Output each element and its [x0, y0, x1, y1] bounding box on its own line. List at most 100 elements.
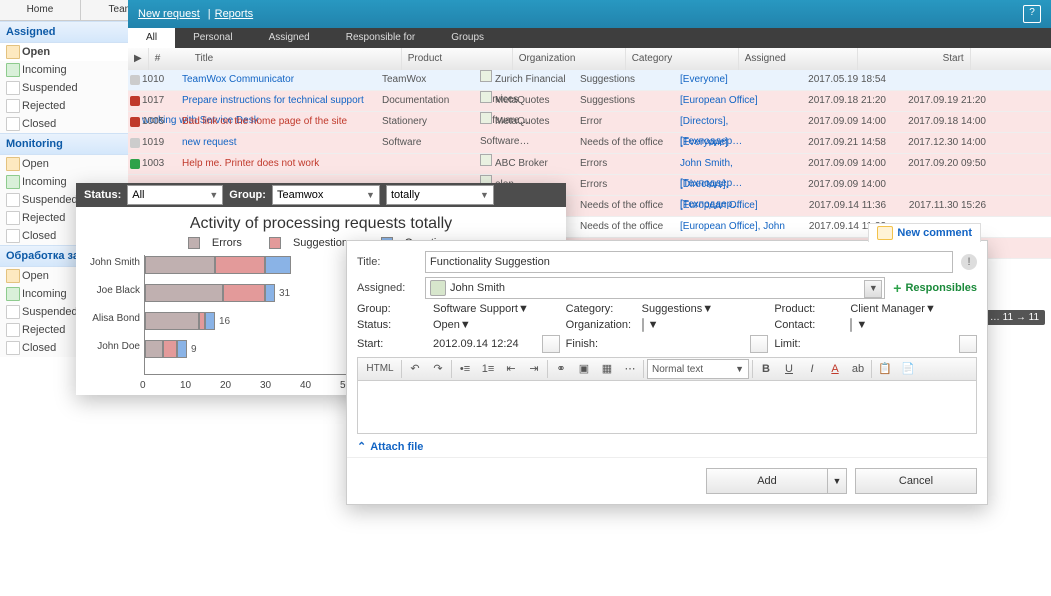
sidebar-item-open[interactable]: Open [0, 43, 128, 61]
table-row[interactable]: 1005Bad link on the home page of the sit… [128, 112, 1051, 133]
ol-icon[interactable]: 1≡ [478, 359, 498, 379]
top-tab-home[interactable]: Home [0, 0, 81, 20]
indent-icon[interactable]: ⇥ [524, 359, 544, 379]
sidebar-item-incoming[interactable]: Incoming [0, 61, 128, 79]
highlight-icon[interactable]: ab [848, 359, 868, 379]
axis-tick: 40 [300, 380, 311, 391]
help-button[interactable]: ? [1023, 5, 1041, 23]
folder-icon [6, 305, 20, 319]
start-input[interactable]: 2012.09.14 12:24 [433, 338, 536, 350]
outdent-icon[interactable]: ⇤ [501, 359, 521, 379]
priority-flag-icon [130, 96, 140, 106]
new-request-link[interactable]: New request [138, 8, 200, 20]
text-style-select[interactable]: Normal text▼ [647, 359, 749, 379]
priority-icon[interactable]: ! [961, 254, 977, 270]
request-title-link[interactable]: TeamWox Communicator [182, 74, 294, 85]
start-label: Start: [357, 338, 427, 350]
folder-icon [6, 99, 20, 113]
bold-icon[interactable]: B [756, 359, 776, 379]
finish-label: Finish: [566, 338, 636, 350]
filter-tab-responsible-for[interactable]: Responsible for [328, 28, 433, 48]
contact-label: Contact: [774, 319, 844, 331]
table-row[interactable]: 1019new requestSoftwareNeeds of the offi… [128, 133, 1051, 154]
bar-segment [145, 312, 199, 330]
attach-file-link[interactable]: ⌃Attach file [357, 440, 977, 453]
add-button[interactable]: Add [706, 468, 828, 494]
editor-html-button[interactable]: HTML [362, 359, 398, 379]
col-limit: Limit [971, 48, 1051, 70]
folder-icon [6, 323, 20, 337]
request-title-link[interactable]: new request [182, 137, 236, 148]
table-row[interactable]: 1017Prepare instructions for technical s… [128, 91, 1051, 112]
axis-tick: 30 [260, 380, 271, 391]
sidebar-item-label: Closed [22, 342, 56, 354]
copy-icon[interactable]: 📄 [898, 359, 918, 379]
priority-flag-icon [130, 75, 140, 85]
category-label: Category: [566, 303, 636, 315]
sidebar-item-closed[interactable]: Closed [0, 115, 128, 133]
table-icon[interactable]: ▦ [597, 359, 617, 379]
text-color-icon[interactable]: A [825, 359, 845, 379]
assignee-link[interactable]: [Everyone] [680, 137, 728, 148]
chart-category-label: John Doe [76, 341, 140, 352]
sidebar-item-label: Incoming [22, 288, 67, 300]
sidebar-item-rejected[interactable]: Rejected [0, 97, 128, 115]
assignee-link[interactable]: [European Office] [680, 200, 758, 211]
cancel-button[interactable]: Cancel [855, 468, 977, 494]
sidebar-item-label: Open [22, 46, 50, 58]
contact-select[interactable]: ▼ [850, 319, 977, 331]
responsibles-link[interactable]: +Responsibles [893, 280, 977, 296]
ul-icon[interactable]: •≡ [455, 359, 475, 379]
title-input[interactable]: Functionality Suggestion [425, 251, 953, 273]
group-select[interactable]: Software Support▼ [433, 303, 560, 315]
calendar-icon[interactable] [750, 335, 768, 353]
status-select[interactable]: All▼ [127, 185, 223, 205]
reports-link[interactable]: Reports [215, 8, 254, 20]
bar-segment [145, 340, 163, 358]
link-icon[interactable]: ⚭ [551, 359, 571, 379]
sidebar-item-suspended[interactable]: Suspended [0, 79, 128, 97]
status-label: Status: [84, 189, 121, 201]
table-row[interactable]: 1010TeamWox CommunicatorTeamWoxZurich Fi… [128, 70, 1051, 91]
folder-icon [6, 117, 20, 131]
sidebar-item-label: Suspended [22, 82, 78, 94]
request-title-link[interactable]: Bad link on the home page of the site [182, 116, 347, 127]
add-split-icon[interactable]: ▼ [828, 468, 847, 494]
editor-toolbar: HTML ↶ ↷ •≡ 1≡ ⇤ ⇥ ⚭ ▣ ▦ ⋯ Normal text▼ … [357, 357, 977, 381]
filter-tab-assigned[interactable]: Assigned [251, 28, 328, 48]
filter-tab-groups[interactable]: Groups [433, 28, 502, 48]
assignee-link[interactable]: [Everyone] [680, 74, 728, 85]
underline-icon[interactable]: U [779, 359, 799, 379]
image-icon[interactable]: ▣ [574, 359, 594, 379]
calendar-icon[interactable] [542, 335, 560, 353]
assigned-label: Assigned: [357, 282, 417, 294]
header-strip: New request | Reports ? [128, 0, 1051, 28]
sidebar-item-label: Rejected [22, 100, 65, 112]
bar-segment [223, 284, 265, 302]
limit-label: Limit: [774, 338, 844, 350]
paste-icon[interactable]: 📋 [875, 359, 895, 379]
calendar-icon[interactable] [959, 335, 977, 353]
filter-tab-personal[interactable]: Personal [175, 28, 250, 48]
category-select[interactable]: Suggestions▼ [642, 303, 769, 315]
sidebar-item-label: Closed [22, 118, 56, 130]
org-select[interactable]: ▼ [642, 319, 769, 331]
assignee-link[interactable]: [European Office] [680, 95, 758, 106]
undo-icon[interactable]: ↶ [405, 359, 425, 379]
sidebar-item-label: Rejected [22, 212, 65, 224]
table-row[interactable]: 1003Help me. Printer does not workABC Br… [128, 154, 1051, 175]
more-icon[interactable]: ⋯ [620, 359, 640, 379]
sidebar-item-label: Suspended [22, 194, 78, 206]
italic-icon[interactable]: I [802, 359, 822, 379]
title-label: Title: [357, 256, 417, 268]
group-select[interactable]: Teamwox▼ [272, 185, 380, 205]
assigned-input[interactable]: John Smith▼ [425, 277, 885, 299]
request-title-link[interactable]: Help me. Printer does not work [182, 158, 319, 169]
editor-body[interactable] [357, 381, 977, 434]
redo-icon[interactable]: ↷ [428, 359, 448, 379]
filter-tab-all[interactable]: All [128, 28, 175, 48]
sidebar-item-open[interactable]: Open [0, 155, 128, 173]
status-select[interactable]: Open▼ [433, 319, 560, 331]
product-select[interactable]: Client Manager▼ [850, 303, 977, 315]
scope-select[interactable]: totally▼ [386, 185, 494, 205]
